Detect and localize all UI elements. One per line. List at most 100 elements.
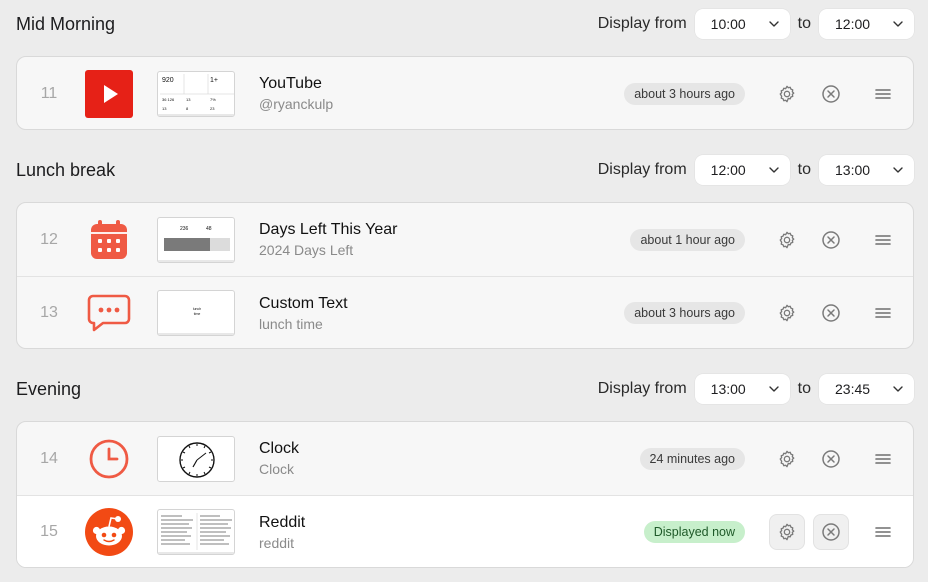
time-range: Display from 12:00 to 13:00 (598, 155, 914, 185)
thumb-text: lunch (193, 307, 201, 311)
reddit-icon (85, 508, 133, 556)
close-circle-icon (822, 449, 840, 468)
plugin-subtitle: Clock (259, 461, 295, 477)
from-time-select[interactable]: 12:00 (694, 155, 790, 185)
display-from-label: Display from (597, 380, 687, 397)
screen-preview-thumbnail[interactable] (157, 435, 235, 482)
gear-icon (779, 304, 795, 322)
to-time-select[interactable]: 13:00 (819, 155, 914, 185)
row-number: 14 (40, 449, 58, 467)
settings-button[interactable] (769, 76, 805, 112)
from-time-value: 13:00 (710, 381, 746, 397)
drag-handle-icon[interactable] (873, 525, 893, 539)
section-header-mid-morning: Mid Morning Display from 10:00 to 12:00 (16, 7, 914, 41)
thumb-stat: 920 (162, 77, 174, 84)
close-circle-icon (822, 304, 840, 322)
close-circle-icon (822, 523, 840, 541)
row-meta: Custom Text lunch time (259, 295, 348, 332)
row-number: 13 (40, 304, 58, 321)
to-time-value: 13:00 (835, 162, 871, 178)
to-time-select[interactable]: 23:45 (819, 374, 914, 404)
remove-button[interactable] (813, 222, 849, 258)
thumb-stat: 7% (210, 97, 216, 102)
playlist-row[interactable]: 11 920 1+ 36 126 13 7% 13 8 23 YouTube @… (17, 57, 913, 129)
to-label: to (797, 161, 811, 178)
chevron-down-icon (893, 167, 903, 173)
plugin-subtitle: 2024 Days Left (259, 242, 354, 258)
last-refresh-badge: 24 minutes ago (639, 447, 745, 470)
to-label: to (797, 15, 811, 32)
settings-button[interactable] (769, 441, 805, 477)
settings-button[interactable] (769, 295, 805, 331)
thumb-stat: 13 (162, 106, 167, 111)
to-time-value: 23:45 (835, 381, 871, 397)
drag-handle-icon[interactable] (873, 306, 893, 320)
close-circle-icon (822, 230, 840, 249)
plugin-title: Custom Text (259, 294, 348, 312)
last-refresh-badge: about 3 hours ago (624, 302, 745, 324)
drag-handle-icon[interactable] (873, 452, 893, 466)
plugin-title: YouTube (259, 75, 322, 92)
remove-button[interactable] (813, 76, 849, 112)
thumb-stat: 1+ (210, 77, 218, 84)
last-refresh-badge: about 3 hours ago (624, 82, 745, 105)
thumb-stat: 13 (186, 97, 191, 102)
remove-button[interactable] (813, 514, 849, 550)
screen-preview-thumbnail[interactable]: lunch time (157, 290, 235, 336)
section-title: Mid Morning (16, 13, 116, 34)
section-title: Evening (16, 378, 82, 399)
row-number: 12 (40, 230, 58, 248)
plugin-subtitle: lunch time (259, 315, 323, 332)
gear-icon (779, 450, 795, 467)
thumb-stat: 23 (210, 106, 215, 111)
settings-button[interactable] (769, 222, 805, 258)
screen-preview-thumbnail[interactable] (157, 509, 235, 555)
screen-preview-thumbnail[interactable]: 920 1+ 36 126 13 7% 13 8 23 (157, 70, 235, 117)
displayed-now-badge: Displayed now (643, 521, 745, 543)
chevron-down-icon (768, 386, 779, 392)
thumb-text: time (194, 312, 201, 316)
thumb-stat: 8 (186, 106, 189, 111)
playlist-row[interactable]: 14 Clock Clock 24 minutes ago (17, 422, 913, 495)
to-time-value: 12:00 (835, 16, 871, 32)
remove-button[interactable] (813, 295, 849, 331)
thumb-stat: 48 (206, 226, 212, 232)
section-header-evening: Evening Display from 13:00 to 23:45 (16, 372, 914, 406)
drag-handle-icon[interactable] (873, 233, 893, 247)
row-meta: Reddit reddit (259, 514, 305, 551)
section-header-lunch-break: Lunch break Display from 12:00 to 13:00 (16, 153, 914, 187)
clock-icon (85, 435, 133, 483)
row-meta: YouTube @ryanckulp (259, 75, 333, 112)
chevron-down-icon (768, 167, 779, 173)
chevron-down-icon (768, 21, 779, 27)
playlist-row[interactable]: 12 236 48 Days Left This Year 2024 Days … (17, 203, 913, 276)
gear-icon (779, 85, 795, 102)
message-icon (85, 289, 133, 337)
plugin-subtitle: reddit (259, 534, 295, 551)
drag-handle-icon[interactable] (873, 87, 893, 101)
gear-icon (779, 231, 795, 248)
youtube-icon (85, 69, 133, 118)
plugin-title: Days Left This Year (259, 221, 398, 238)
playlist-card-evening: 14 Clock Clock 24 minutes ago 15 Reddit … (16, 421, 914, 568)
thumb-stat: 236 (180, 226, 189, 232)
display-from-label: Display from (597, 161, 687, 178)
to-time-select[interactable]: 12:00 (819, 9, 914, 39)
from-time-select[interactable]: 10:00 (694, 9, 790, 39)
settings-button[interactable] (769, 514, 805, 550)
playlist-card-mid-morning: 11 920 1+ 36 126 13 7% 13 8 23 YouTube @… (16, 56, 914, 130)
section-title: Lunch break (16, 159, 116, 180)
from-time-value: 12:00 (710, 162, 746, 178)
plugin-title: Clock (259, 440, 300, 457)
screen-preview-thumbnail[interactable]: 236 48 (157, 216, 235, 263)
playlist-row[interactable]: 13 lunch time Custom Text lunch time abo… (17, 276, 913, 348)
thumb-stat: 36 126 (162, 97, 175, 102)
close-circle-icon (822, 84, 840, 103)
playlist-card-lunch-break: 12 236 48 Days Left This Year 2024 Days … (16, 202, 914, 349)
row-meta: Clock Clock (259, 440, 299, 477)
playlist-row-current[interactable]: 15 Reddit reddit Displayed now (17, 495, 913, 567)
remove-button[interactable] (813, 441, 849, 477)
calendar-icon (85, 216, 133, 264)
from-time-select[interactable]: 13:00 (694, 374, 790, 404)
time-range: Display from 13:00 to 23:45 (598, 374, 914, 404)
